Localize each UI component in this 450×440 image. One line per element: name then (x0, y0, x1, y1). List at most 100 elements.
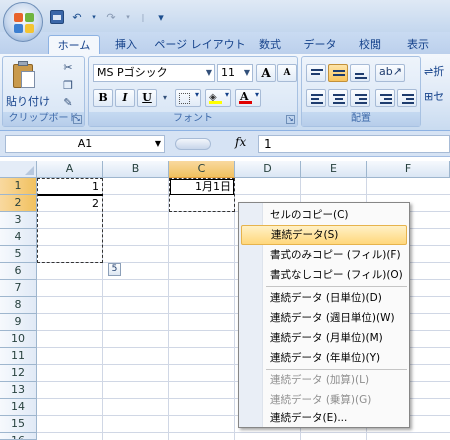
grow-font-button[interactable]: A (256, 64, 276, 82)
tab-review[interactable]: 校閲 (352, 35, 388, 54)
ribbon: 貼り付け ✂ ❐ ✎ クリップボード ↘ MS Pゴシック ▼ 11 ▼ A A… (0, 54, 450, 131)
menu-item-fill-series[interactable]: 連続データ(S) (241, 225, 407, 245)
chevron-down-icon: ▾ (194, 90, 199, 99)
row-header-5[interactable]: 5 (0, 246, 37, 263)
italic-button[interactable]: I (115, 89, 135, 107)
tab-view[interactable]: 表示 (400, 35, 436, 54)
formula-cancel-enter-icon (175, 138, 211, 150)
save-icon[interactable] (50, 10, 64, 24)
tab-home[interactable]: ホーム (48, 35, 100, 54)
font-launcher-icon[interactable]: ↘ (286, 115, 295, 124)
column-header-b[interactable]: B (103, 161, 169, 178)
row-header-2[interactable]: 2 (0, 195, 37, 212)
tab-page-layout[interactable]: ページ レイアウト (152, 35, 248, 54)
menu-item-copy-cells[interactable]: セルのコピー(C) (241, 205, 407, 225)
orientation-button[interactable]: ab↗ (375, 64, 405, 82)
row-header-6[interactable]: 6 (0, 263, 37, 280)
merge-center-label: セ (433, 90, 445, 103)
menu-item-fill-weekdays[interactable]: 連続データ (週日単位)(W) (241, 308, 407, 328)
row-header-13[interactable]: 13 (0, 382, 37, 399)
decrease-indent-icon (380, 94, 392, 106)
column-header-c[interactable]: C (169, 161, 235, 178)
active-cell-c1 (170, 179, 234, 195)
menu-item-series-dialog[interactable]: 連続データ(E)... (241, 408, 407, 428)
tab-insert[interactable]: 挿入 (108, 35, 144, 54)
gridline (234, 178, 235, 440)
row-header-9[interactable]: 9 (0, 314, 37, 331)
increase-indent-button[interactable] (397, 89, 417, 107)
row-header-1[interactable]: 1 (0, 178, 37, 195)
autofill-options-button[interactable]: 5 (108, 263, 121, 276)
fill-color-button[interactable]: ◈ ▾ (205, 89, 231, 107)
align-top-button[interactable] (306, 64, 326, 82)
font-color-button[interactable]: A ▾ (235, 89, 261, 107)
row-header-16[interactable]: 16 (0, 433, 37, 440)
align-middle-button[interactable] (328, 64, 348, 82)
tab-formulas[interactable]: 数式 (252, 35, 288, 54)
active-cell-border (38, 194, 103, 197)
align-top-icon (311, 69, 323, 77)
menu-item-fill-months[interactable]: 連続データ (月単位)(M) (241, 328, 407, 348)
row-header-15[interactable]: 15 (0, 416, 37, 433)
column-header-d[interactable]: D (235, 161, 301, 178)
column-header-a[interactable]: A (37, 161, 103, 178)
align-middle-icon (333, 70, 345, 78)
bold-button[interactable]: B (93, 89, 113, 107)
row-header-11[interactable]: 11 (0, 348, 37, 365)
font-group: MS Pゴシック ▼ 11 ▼ A A B I U ▾ ▾ ◈ ▾ A ▾ フォ… (88, 56, 298, 127)
row-header-3[interactable]: 3 (0, 212, 37, 229)
row-header-4[interactable]: 4 (0, 229, 37, 246)
tab-data[interactable]: データ (300, 35, 340, 54)
underline-dropdown-icon[interactable]: ▾ (158, 91, 172, 105)
row-header-10[interactable]: 10 (0, 331, 37, 348)
insert-function-button[interactable]: fx (235, 135, 246, 149)
quick-access-toolbar: ↶ ▾ ↷ ▾ | ▾ (50, 9, 168, 25)
column-header-f[interactable]: F (367, 161, 450, 178)
select-all-button[interactable] (0, 161, 37, 178)
font-size-select[interactable]: 11 ▼ (217, 64, 253, 82)
align-right-button[interactable] (350, 89, 370, 107)
font-name-select[interactable]: MS Pゴシック ▼ (93, 64, 215, 82)
chevron-down-icon[interactable]: ▼ (155, 136, 161, 152)
format-painter-icon[interactable]: ✎ (61, 96, 75, 110)
align-left-button[interactable] (306, 89, 326, 107)
office-button[interactable] (3, 2, 43, 42)
borders-icon (179, 93, 190, 104)
cut-icon[interactable]: ✂ (61, 61, 75, 75)
menu-item-growth-trend: 連続データ (乗算)(G) (270, 394, 372, 406)
copy-icon[interactable]: ❐ (61, 79, 75, 93)
borders-button[interactable]: ▾ (175, 89, 201, 107)
customize-qat-icon[interactable]: ▾ (154, 10, 168, 24)
align-center-icon (333, 94, 345, 106)
row-header-14[interactable]: 14 (0, 399, 37, 416)
wrap-text-button[interactable]: ⇌折 (424, 63, 444, 79)
redo-icon[interactable]: ↷ (104, 10, 118, 24)
undo-icon[interactable]: ↶ (70, 10, 84, 24)
autofill-context-menu: セルのコピー(C) 連続データ(S) 書式のみコピー (フィル)(F) 書式なし… (238, 202, 410, 428)
align-left-icon (311, 94, 323, 106)
paste-button-label[interactable]: 貼り付け (6, 93, 50, 109)
align-center-button[interactable] (328, 89, 348, 107)
decrease-indent-button[interactable] (375, 89, 395, 107)
merge-center-button[interactable]: ⊞セ (424, 88, 444, 104)
underline-button[interactable]: U (137, 89, 157, 107)
column-header-e[interactable]: E (301, 161, 367, 178)
redo-dropdown-icon[interactable]: ▾ (124, 10, 132, 24)
row-header-12[interactable]: 12 (0, 365, 37, 382)
undo-dropdown-icon[interactable]: ▾ (90, 10, 98, 24)
shrink-font-button[interactable]: A (277, 64, 297, 82)
align-bottom-button[interactable] (350, 64, 370, 82)
align-bottom-icon (355, 73, 367, 81)
menu-item-fill-years[interactable]: 連続データ (年単位)(Y) (241, 348, 407, 368)
name-box[interactable]: A1 ▼ (5, 135, 165, 153)
clipboard-group-label: クリップボード (3, 112, 84, 126)
menu-separator (266, 286, 407, 287)
menu-item-fill-formatting-only[interactable]: 書式のみコピー (フィル)(F) (241, 245, 407, 265)
formula-input[interactable]: 1 (258, 135, 450, 153)
menu-item-fill-without-formatting[interactable]: 書式なしコピー (フィル)(O) (241, 265, 407, 285)
menu-item-fill-days[interactable]: 連続データ (日単位)(D) (241, 288, 407, 308)
row-header-8[interactable]: 8 (0, 297, 37, 314)
clipboard-launcher-icon[interactable]: ↘ (73, 115, 82, 124)
row-header-7[interactable]: 7 (0, 280, 37, 297)
paste-icon[interactable] (11, 61, 37, 91)
